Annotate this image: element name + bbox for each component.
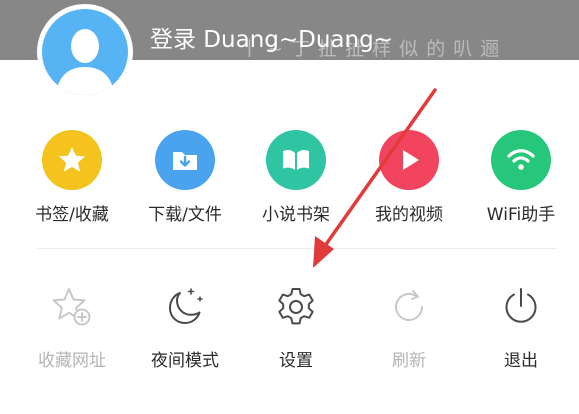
shortcut-label: 书签/收藏 (35, 205, 109, 225)
wifi-icon (491, 130, 551, 190)
shortcut-novel-shelf[interactable]: 小说书架 (240, 130, 352, 226)
tool-label: 退出 (504, 351, 538, 371)
refresh-icon (384, 282, 434, 332)
section-divider (37, 248, 557, 249)
tool-night-mode[interactable]: 夜间模式 (129, 282, 241, 378)
shortcut-label: WiFi助手 (486, 205, 556, 225)
download-folder-icon (155, 130, 215, 190)
gear-icon (271, 282, 321, 332)
shortcut-bookmarks[interactable]: 书签/收藏 (16, 130, 128, 226)
star-icon (42, 130, 102, 190)
shortcut-label: 小说书架 (262, 205, 330, 225)
shortcut-wifi-assistant[interactable]: WiFi助手 (465, 130, 577, 226)
play-icon (379, 130, 439, 190)
star-add-icon (47, 282, 97, 332)
power-icon (496, 282, 546, 332)
tool-label: 收藏网址 (38, 351, 106, 371)
shortcut-downloads[interactable]: 下载/文件 (129, 130, 241, 226)
login-link[interactable]: 登录 Duang~Duang~ (150, 20, 393, 54)
shortcut-label: 下载/文件 (148, 205, 222, 225)
tool-label: 夜间模式 (151, 351, 219, 371)
moon-icon (160, 282, 210, 332)
shortcut-my-videos[interactable]: 我的视频 (353, 130, 465, 226)
default-avatar-icon (42, 9, 128, 95)
tool-refresh[interactable]: 刷新 (353, 282, 465, 378)
avatar[interactable] (37, 4, 133, 100)
tool-settings[interactable]: 设置 (240, 282, 352, 378)
tool-exit[interactable]: 退出 (465, 282, 577, 378)
tool-label: 刷新 (392, 351, 426, 371)
tool-label: 设置 (279, 351, 313, 371)
tool-add-favorite[interactable]: 收藏网址 (16, 282, 128, 378)
shortcut-label: 我的视频 (375, 205, 443, 225)
book-icon (266, 130, 326, 190)
